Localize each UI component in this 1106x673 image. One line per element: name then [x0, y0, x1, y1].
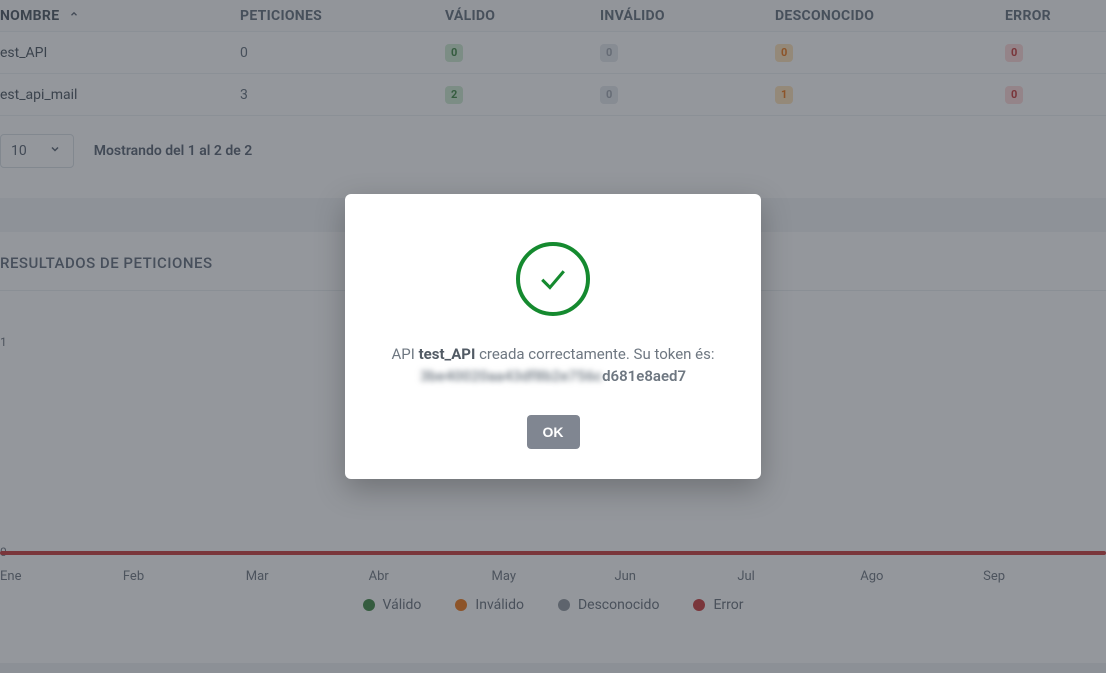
- modal-api-name: test_API: [419, 345, 476, 363]
- success-modal: API test_API creada correctamente. Su to…: [345, 194, 761, 480]
- token-visible-part: d681e8aed7: [602, 367, 686, 385]
- modal-overlay[interactable]: API test_API creada correctamente. Su to…: [0, 0, 1106, 673]
- modal-prefix: API: [392, 345, 415, 363]
- ok-button[interactable]: OK: [527, 415, 580, 449]
- success-check-icon: [516, 242, 590, 316]
- token-hidden-part: 3be40020aa43df8b2e756c: [420, 367, 602, 385]
- modal-suffix: creada correctamente. Su token és:: [479, 345, 714, 363]
- page-root: NOMBRE PETICIONES VÁLIDO INVÁLIDO DESCON…: [0, 0, 1106, 673]
- modal-message: API test_API creada correctamente. Su to…: [373, 344, 733, 366]
- modal-token: 3be40020aa43df8b2e756cd681e8aed7: [373, 367, 733, 385]
